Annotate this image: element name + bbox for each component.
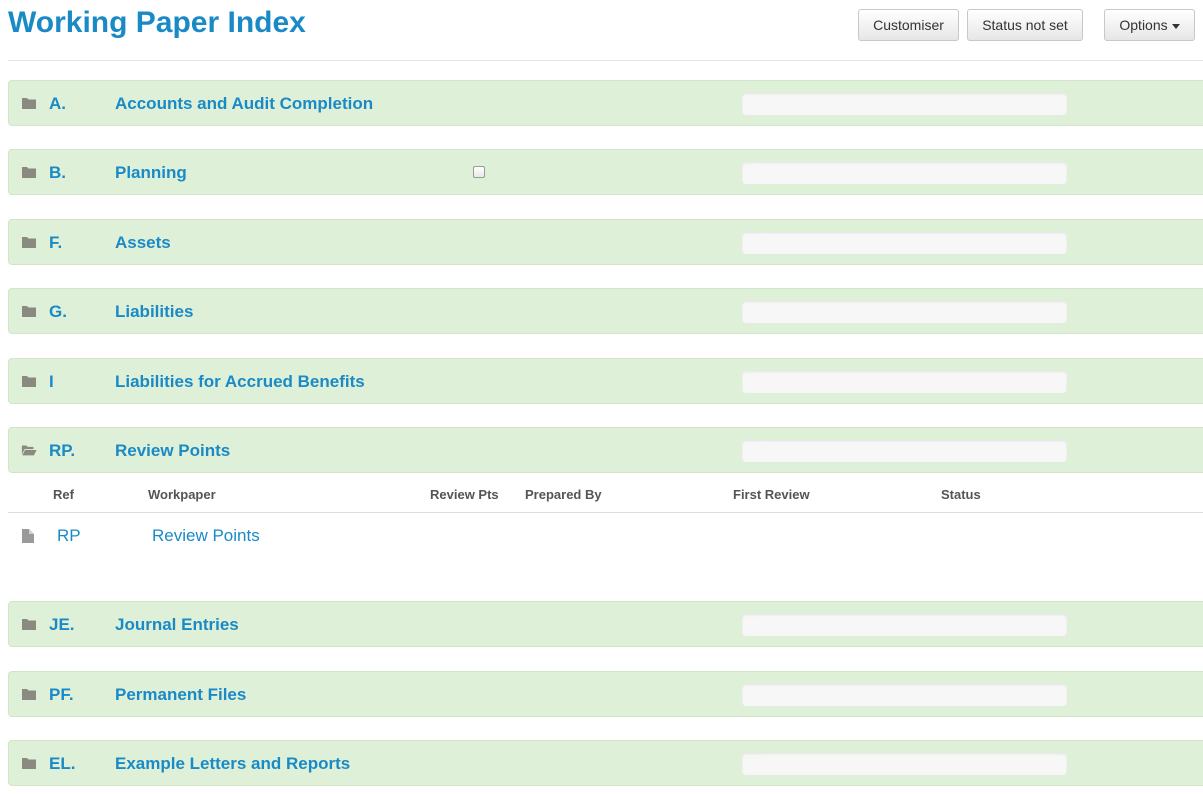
- column-header-prepared-by: Prepared By: [525, 487, 602, 502]
- progress-label: 0%: [746, 618, 762, 630]
- column-header-ref: Ref: [53, 487, 74, 502]
- customiser-button[interactable]: Customiser: [858, 9, 959, 41]
- section-title[interactable]: Planning: [115, 163, 187, 183]
- section-g[interactable]: G. Liabilities 0%: [8, 288, 1203, 334]
- caret-down-icon: [1171, 23, 1180, 29]
- section-ref: A.: [49, 94, 66, 113]
- section-el[interactable]: EL. Example Letters and Reports 0%: [8, 740, 1203, 786]
- table-header-divider: [8, 512, 1203, 513]
- file-icon: [22, 529, 34, 543]
- section-progress-bar: 0%: [742, 301, 1067, 323]
- progress-label: 0%: [746, 236, 762, 248]
- section-ref: EL.: [49, 754, 76, 773]
- column-header-first-review: First Review: [733, 487, 810, 502]
- section-f[interactable]: F. Assets 0%: [8, 219, 1203, 265]
- section-ref: B.: [49, 163, 66, 182]
- progress-label: 0%: [746, 444, 762, 456]
- section-progress-bar: 0%: [742, 684, 1067, 706]
- section-title[interactable]: Liabilities: [115, 302, 193, 322]
- column-header-review-pts: Review Pts: [430, 487, 499, 502]
- section-title[interactable]: Example Letters and Reports: [115, 754, 350, 774]
- section-progress-bar: 0%: [742, 162, 1067, 184]
- section-progress-bar: 0%: [742, 371, 1067, 393]
- section-rp[interactable]: RP. Review Points 0%: [8, 427, 1203, 473]
- progress-label: 0%: [746, 688, 762, 700]
- column-header-workpaper: Workpaper: [148, 487, 216, 502]
- section-b[interactable]: B. Planning 0%: [8, 149, 1203, 195]
- folder-icon: [22, 376, 36, 387]
- section-ref: JE.: [49, 615, 75, 634]
- section-ref: F.: [49, 233, 63, 252]
- section-je[interactable]: JE. Journal Entries 0%: [8, 601, 1203, 647]
- folder-icon: [22, 619, 36, 630]
- workpaper-ref-link[interactable]: RP: [57, 526, 81, 546]
- progress-label: 0%: [746, 166, 762, 178]
- progress-label: 0%: [746, 97, 762, 109]
- folder-icon: [22, 306, 36, 317]
- options-button[interactable]: Options: [1104, 9, 1195, 41]
- section-a[interactable]: A. Accounts and Audit Completion 0%: [8, 80, 1203, 126]
- section-title[interactable]: Liabilities for Accrued Benefits: [115, 372, 365, 392]
- title-divider: [8, 60, 1203, 61]
- section-i[interactable]: I Liabilities for Accrued Benefits 0%: [8, 358, 1203, 404]
- section-title[interactable]: Accounts and Audit Completion: [115, 94, 373, 114]
- section-title[interactable]: Permanent Files: [115, 685, 246, 705]
- section-pf[interactable]: PF. Permanent Files 0%: [8, 671, 1203, 717]
- section-ref: PF.: [49, 685, 74, 704]
- status-button[interactable]: Status not set: [967, 9, 1083, 41]
- folder-icon: [22, 98, 36, 109]
- column-header-status: Status: [941, 487, 981, 502]
- section-ref: I: [49, 372, 54, 391]
- folder-icon: [22, 689, 36, 700]
- folder-icon: [22, 167, 36, 178]
- section-checkbox[interactable]: [473, 166, 485, 178]
- folder-icon: [22, 237, 36, 248]
- workpaper-name-link[interactable]: Review Points: [152, 526, 260, 546]
- section-ref: G.: [49, 302, 67, 321]
- progress-label: 0%: [746, 305, 762, 317]
- section-title[interactable]: Journal Entries: [115, 615, 239, 635]
- section-progress-bar: 0%: [742, 614, 1067, 636]
- progress-label: 0%: [746, 375, 762, 387]
- section-progress-bar: 0%: [742, 232, 1067, 254]
- folder-open-icon: [21, 445, 37, 456]
- section-progress-bar: 0%: [742, 753, 1067, 775]
- section-progress-bar: 0%: [742, 93, 1067, 115]
- folder-icon: [22, 758, 36, 769]
- page-title: Working Paper Index: [8, 6, 306, 39]
- section-progress-bar: 0%: [742, 440, 1067, 462]
- options-label: Options: [1119, 17, 1168, 33]
- section-ref: RP.: [49, 441, 76, 460]
- section-title[interactable]: Review Points: [115, 441, 230, 461]
- section-title[interactable]: Assets: [115, 233, 171, 253]
- progress-label: 0%: [746, 757, 762, 769]
